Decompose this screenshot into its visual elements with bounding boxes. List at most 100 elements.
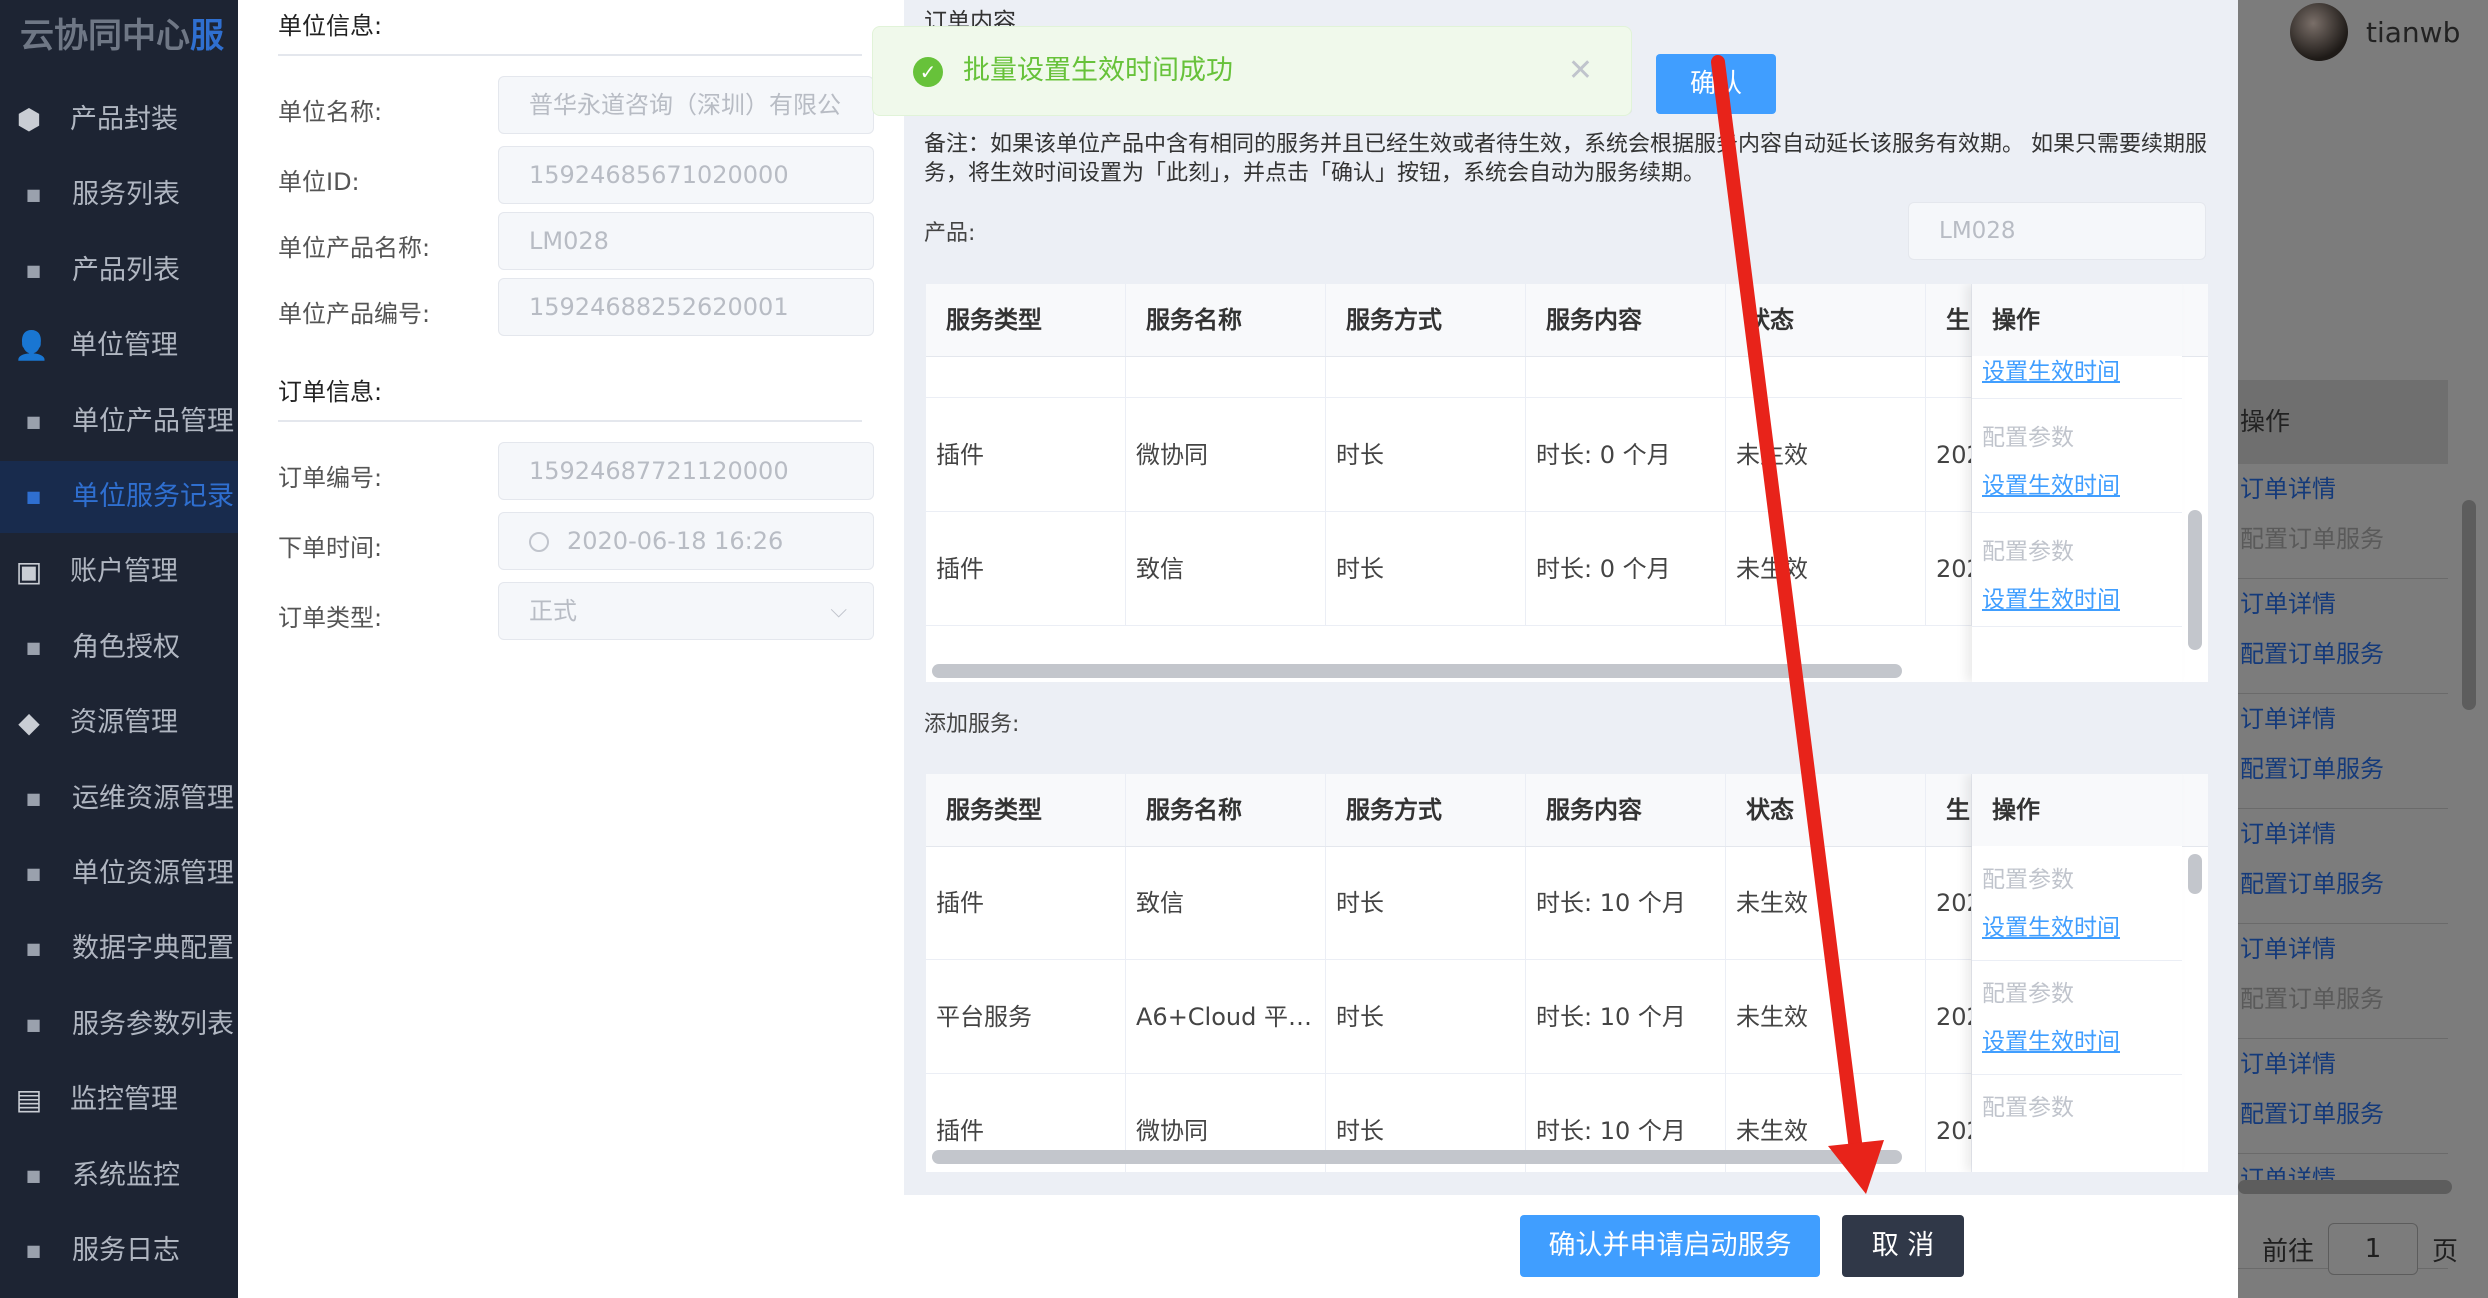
column-header[interactable]: 生 <box>1926 774 1972 846</box>
field-value: 普华永道咨询（深圳）有限公 <box>529 91 841 119</box>
user-menu[interactable]: tianwb <box>2290 3 2460 61</box>
field-input[interactable]: 2020-06-18 16:26 <box>498 512 874 570</box>
field-input[interactable]: LM028 <box>498 212 874 270</box>
column-header[interactable]: 服务类型 <box>926 774 1126 846</box>
field-label: 单位名称: <box>278 98 383 126</box>
background-table-header: 操作 <box>2238 380 2448 464</box>
sidebar-item[interactable]: ■ 单位资源管理 <box>0 838 238 910</box>
column-header[interactable]: 服务类型 <box>926 284 1126 356</box>
close-icon[interactable]: ✕ <box>1568 27 1593 115</box>
monitor-icon: ▤ <box>15 1083 43 1117</box>
field-input[interactable]: 15924687721120000 <box>498 442 874 500</box>
background-table: 操作 订单详情 配置订单服务 订单详情 配置订单服务 订单详情 配置订单服务 订单详情 配置订… <box>2238 380 2448 1269</box>
configure-order-service-link[interactable]: 配置订单服务 <box>2238 744 2448 794</box>
sidebar-item[interactable]: ◆ 资源管理 <box>0 687 238 759</box>
order-detail-link[interactable]: 订单详情 <box>2238 1154 2448 1204</box>
operations-column: 配置参数 设置生效时间 配置参数 设置生效时间 配置参数 操作 <box>1972 774 2182 1172</box>
sidebar-item[interactable]: ■ 角色授权 <box>0 612 238 684</box>
chevron-down-icon: ⌵ <box>830 598 847 623</box>
background-table-row: 订单详情 配置订单服务 <box>2238 1039 2448 1154</box>
sidebar-item-label: 单位产品管理 <box>72 405 234 437</box>
sidebar-item[interactable]: ■ 产品列表 <box>0 235 238 307</box>
background-vertical-scrollbar[interactable] <box>2462 500 2476 710</box>
order-detail-link[interactable]: 订单详情 <box>2238 809 2448 859</box>
bullet-icon: ■ <box>26 864 42 883</box>
unit-info-title: 单位信息: <box>278 12 383 40</box>
check-circle-icon: ✓ <box>913 57 943 87</box>
background-horizontal-scrollbar[interactable] <box>2238 1180 2452 1194</box>
field-label: 单位产品编号: <box>278 300 431 328</box>
field-label: 下单时间: <box>278 534 383 562</box>
column-header[interactable]: 生 <box>1926 284 1972 356</box>
bullet-icon: ■ <box>26 411 42 431</box>
sidebar-item[interactable]: ■ 运维资源管理 <box>0 763 238 835</box>
set-effective-time-link[interactable]: 设置生效时间 <box>1982 580 2120 614</box>
set-effective-time-link[interactable]: 设置生效时间 <box>1982 1022 2120 1056</box>
operations-column: 设置生效时间 配置参数 设置生效时间 配置参数 设置生效时间 操作 <box>1972 284 2182 682</box>
bullet-icon: ■ <box>26 788 42 808</box>
info-panel: 单位信息: 单位名称: 普华永道咨询（深圳）有限公 单位ID: 15924685671… <box>238 0 904 1195</box>
add-service-label: 添加服务: <box>924 712 1020 737</box>
page-number-input[interactable]: 1 <box>2328 1223 2419 1275</box>
note-text: 备注：如果该单位产品中含有相同的服务并且已经生效或者待生效，系统会根据服务内容自… <box>924 132 2207 186</box>
table-cell: 致信 <box>1126 512 1326 626</box>
bullet-icon: ■ <box>26 185 42 205</box>
product-input[interactable]: LM028 <box>1908 202 2206 260</box>
set-effective-time-link[interactable]: 设置生效时间 <box>1982 466 2120 500</box>
sidebar-item[interactable]: ■ 单位产品管理 <box>0 386 238 458</box>
column-header[interactable]: 服务内容 <box>1526 284 1726 356</box>
column-header[interactable]: 状态 <box>1726 774 1926 846</box>
background-table-row: 订单详情 配置订单服务 <box>2238 694 2448 809</box>
configure-order-service-link[interactable]: 配置订单服务 <box>2238 629 2448 679</box>
table-cell: 未生效 <box>1726 398 1926 512</box>
field-input[interactable]: 15924685671020000 <box>498 146 874 204</box>
operations-cell: 配置参数设置生效时间 <box>1972 960 2182 1075</box>
vertical-scrollbar[interactable] <box>2188 510 2202 650</box>
column-header[interactable]: 服务名称 <box>1126 774 1326 846</box>
order-detail-link[interactable]: 订单详情 <box>2238 1039 2448 1089</box>
sidebar-item[interactable]: ■ 服务列表 <box>0 159 238 231</box>
field-value: 15924685671020000 <box>529 161 789 189</box>
sidebar-item[interactable]: ■ 系统监控 <box>0 1140 238 1212</box>
sidebar-item[interactable]: ■ 服务参数列表 <box>0 989 238 1061</box>
horizontal-scrollbar[interactable] <box>932 664 1902 678</box>
sidebar-item[interactable]: ■ 单位服务记录 <box>0 461 238 533</box>
configure-params-link: 配置参数 <box>1982 425 2074 451</box>
column-header[interactable]: 服务名称 <box>1126 284 1326 356</box>
sidebar-item[interactable]: ■ 服务日志 <box>0 1215 238 1287</box>
field-value: 15924687721120000 <box>529 457 789 485</box>
confirm-and-start-button[interactable]: 确认并申请启动服务 <box>1520 1215 1820 1277</box>
configure-order-service-link[interactable]: 配置订单服务 <box>2238 1089 2448 1139</box>
column-header[interactable]: 状态 <box>1726 284 1926 356</box>
field-input[interactable]: 15924688252620001 <box>498 278 874 336</box>
sidebar-item[interactable]: ⬢ 产品封装 <box>0 84 238 156</box>
cancel-button[interactable]: 取 消 <box>1842 1215 1964 1277</box>
sidebar-item[interactable]: ■ 数据字典配置 <box>0 913 238 985</box>
order-detail-link[interactable]: 订单详情 <box>2238 694 2448 744</box>
order-detail-link[interactable]: 订单详情 <box>2238 924 2448 974</box>
table-cell: 插件 <box>926 398 1126 512</box>
configure-order-service-link[interactable]: 配置订单服务 <box>2238 859 2448 909</box>
order-detail-link[interactable]: 订单详情 <box>2238 579 2448 629</box>
horizontal-scrollbar[interactable] <box>932 1150 1902 1164</box>
sidebar-item[interactable]: 👤 单位管理 <box>0 310 238 382</box>
sidebar-item-label: 产品列表 <box>72 254 180 286</box>
column-header[interactable]: 服务方式 <box>1326 284 1526 356</box>
pagination-jumper: 前往 1 页 <box>2262 1222 2458 1276</box>
column-header[interactable]: 服务内容 <box>1526 774 1726 846</box>
set-effective-time-link[interactable]: 设置生效时间 <box>1982 352 2120 386</box>
sidebar-item-label: 单位资源管理 <box>72 858 234 889</box>
set-effective-time-link[interactable]: 设置生效时间 <box>1982 908 2120 942</box>
table-cell: 时长 <box>1326 846 1526 960</box>
sidebar-item-label: 角色授权 <box>72 631 180 663</box>
sidebar-item[interactable]: ▣ 账户管理 <box>0 536 238 608</box>
vertical-scrollbar[interactable] <box>2188 854 2202 894</box>
field-input[interactable]: 普华永道咨询（深圳）有限公 <box>498 76 874 134</box>
sidebar-item[interactable]: ▤ 监控管理 <box>0 1064 238 1136</box>
field-input[interactable]: 正式 ⌵ <box>498 582 874 640</box>
background-table-row: 订单详情 配置订单服务 <box>2238 924 2448 1039</box>
order-detail-link[interactable]: 订单详情 <box>2238 464 2448 514</box>
configure-params-link: 配置参数 <box>1982 981 2074 1007</box>
confirm-button[interactable]: 确认 <box>1656 54 1776 114</box>
column-header[interactable]: 服务方式 <box>1326 774 1526 846</box>
